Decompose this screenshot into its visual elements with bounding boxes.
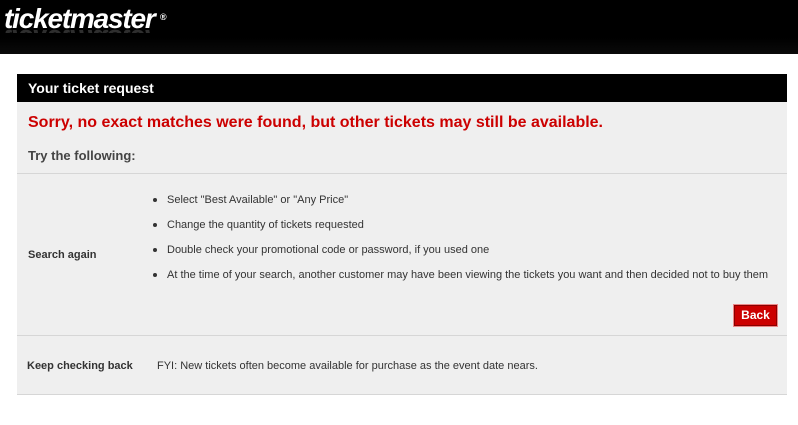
- tip-text: Double check your promotional code or pa…: [167, 244, 490, 256]
- list-item: Select "Best Available" or "Any Price": [150, 194, 768, 219]
- site-header: ticketmaster ticketmaster ®: [0, 0, 798, 54]
- panel-title: Your ticket request: [17, 74, 787, 102]
- tip-text: Select "Best Available" or "Any Price": [167, 194, 349, 206]
- divider: [17, 335, 787, 336]
- tip-text: At the time of your search, another cust…: [167, 269, 769, 281]
- ticket-request-panel: Your ticket request Sorry, no exact matc…: [17, 74, 787, 395]
- logo-reflection: ticketmaster: [4, 21, 155, 33]
- divider: [17, 394, 787, 395]
- list-item: Change the quantity of tickets requested: [150, 219, 768, 244]
- bullet-icon: [153, 248, 157, 252]
- divider: [17, 173, 787, 174]
- no-matches-error: Sorry, no exact matches were found, but …: [28, 114, 603, 131]
- keep-checking-label: Keep checking back: [27, 360, 133, 372]
- search-again-label: Search again: [28, 249, 97, 261]
- bullet-icon: [153, 223, 157, 227]
- tips-list: Select "Best Available" or "Any Price" C…: [150, 194, 768, 294]
- bullet-icon: [153, 198, 157, 202]
- bullet-icon: [153, 273, 157, 277]
- back-button[interactable]: Back: [733, 304, 778, 327]
- registered-mark: ®: [160, 12, 167, 22]
- tip-text: Change the quantity of tickets requested: [167, 219, 364, 231]
- try-following-heading: Try the following:: [28, 148, 136, 163]
- list-item: Double check your promotional code or pa…: [150, 244, 768, 269]
- list-item: At the time of your search, another cust…: [150, 269, 768, 294]
- fyi-message: FYI: New tickets often become available …: [157, 360, 538, 372]
